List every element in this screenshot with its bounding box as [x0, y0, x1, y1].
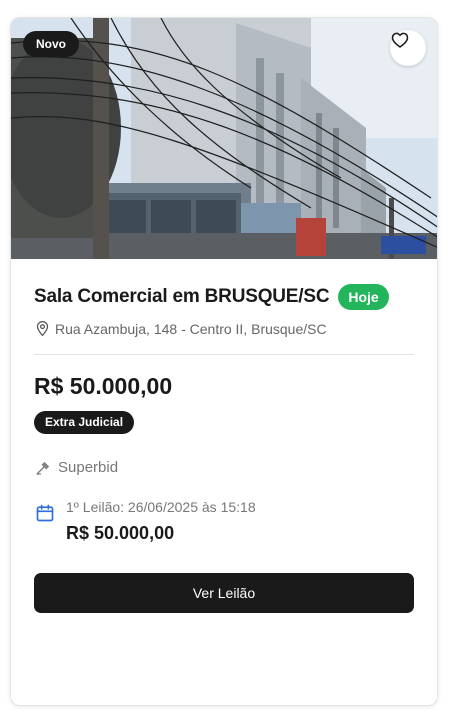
today-badge: Hoje [338, 284, 389, 310]
source-name: Superbid [58, 459, 119, 476]
favorite-button[interactable] [390, 30, 426, 66]
property-photo[interactable]: Novo [11, 18, 437, 259]
price: R$ 50.000,00 [34, 373, 173, 399]
address-text: Rua Azambuja, 148 - Centro II, Brusque/S… [55, 320, 327, 337]
divider [34, 354, 414, 355]
auction-date: 1º Leilão: 26/06/2025 às 15:18 [66, 499, 256, 515]
auction-price: R$ 50.000,00 [66, 523, 175, 543]
title-row: Sala Comercial em BRUSQUE/SC Hoje [34, 284, 389, 310]
listing-card[interactable]: Novo Sala Comercial em BRUSQUE/SC Hoje R… [10, 17, 438, 706]
gavel-icon [36, 461, 49, 475]
building-illustration [11, 18, 437, 259]
calendar-icon [36, 504, 54, 522]
listing-title[interactable]: Sala Comercial em BRUSQUE/SC [34, 286, 330, 308]
view-auction-button[interactable]: Ver Leilão [34, 573, 414, 613]
source: Superbid [35, 459, 118, 476]
type-badge: Extra Judicial [34, 411, 135, 434]
address: Rua Azambuja, 148 - Centro II, Brusque/S… [35, 320, 327, 337]
map-pin-icon [36, 320, 49, 337]
new-badge: Novo [23, 31, 79, 57]
heart-icon [391, 32, 409, 48]
